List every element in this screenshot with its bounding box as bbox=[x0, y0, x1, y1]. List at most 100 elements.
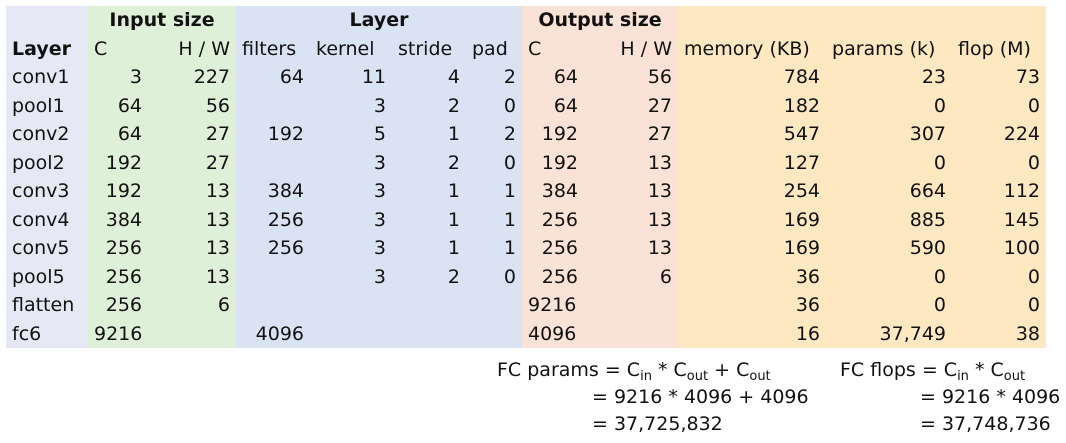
cell-stride bbox=[392, 291, 466, 320]
cell-params: 0 bbox=[826, 148, 953, 177]
col-in-c: C bbox=[88, 34, 148, 63]
table-row: conv2 64 27 192 5 1 2 192 27 547 307 224 bbox=[6, 120, 1047, 149]
cell-in-hw bbox=[148, 319, 236, 348]
cell-layer-name: pool5 bbox=[6, 262, 88, 291]
cell-kernel: 11 bbox=[310, 63, 392, 92]
table-body: conv1 3 227 64 11 4 2 64 56 784 23 73 pool1 64 56 3 2 0 64… bbox=[6, 63, 1047, 348]
cell-layer-name: conv1 bbox=[6, 63, 88, 92]
cell-stride: 1 bbox=[392, 120, 466, 149]
cell-pad bbox=[466, 291, 522, 320]
cell-in-c: 384 bbox=[88, 205, 148, 234]
cell-stride: 2 bbox=[392, 148, 466, 177]
cell-params: 23 bbox=[826, 63, 953, 92]
cell-pad: 0 bbox=[466, 91, 522, 120]
cell-out-hw bbox=[584, 319, 679, 348]
cell-stride: 2 bbox=[392, 262, 466, 291]
cell-memory: 16 bbox=[678, 319, 827, 348]
cell-flop: 0 bbox=[952, 148, 1047, 177]
cell-kernel: 3 bbox=[310, 234, 392, 263]
cell-in-hw: 56 bbox=[148, 91, 236, 120]
cell-memory: 36 bbox=[678, 262, 827, 291]
alexnet-layer-table: Input size Layer Output size Layer C H /… bbox=[6, 6, 1047, 348]
cell-flop: 0 bbox=[952, 91, 1047, 120]
table-row: conv3 192 13 384 3 1 1 384 13 254 664 112 bbox=[6, 177, 1047, 206]
cell-pad: 2 bbox=[466, 63, 522, 92]
cell-layer-name: pool1 bbox=[6, 91, 88, 120]
col-in-hw: H / W bbox=[148, 34, 236, 63]
cell-stride: 1 bbox=[392, 205, 466, 234]
cell-params: 37,749 bbox=[826, 319, 953, 348]
cell-out-c: 64 bbox=[522, 91, 584, 120]
cell-kernel bbox=[310, 319, 392, 348]
cell-out-c: 4096 bbox=[522, 319, 584, 348]
cell-out-hw bbox=[584, 291, 679, 320]
cell-filters bbox=[236, 262, 310, 291]
cell-params: 0 bbox=[826, 262, 953, 291]
cell-pad: 1 bbox=[466, 177, 522, 206]
col-out-c: C bbox=[522, 34, 584, 63]
cell-out-c: 256 bbox=[522, 234, 584, 263]
cell-layer-name: conv3 bbox=[6, 177, 88, 206]
cell-pad: 1 bbox=[466, 205, 522, 234]
cell-memory: 169 bbox=[678, 205, 827, 234]
cell-filters: 256 bbox=[236, 205, 310, 234]
cell-in-hw: 27 bbox=[148, 120, 236, 149]
cell-kernel: 5 bbox=[310, 120, 392, 149]
cell-params: 307 bbox=[826, 120, 953, 149]
cell-layer-name: conv4 bbox=[6, 205, 88, 234]
stats-header-blank bbox=[678, 6, 1047, 35]
fc-flops-line2: = 9216 * 4096 bbox=[920, 386, 1061, 408]
col-kernel: kernel bbox=[310, 34, 392, 63]
fc-params-formula: FC params = Cin * Cout + Cout = 9216 * 4… bbox=[497, 357, 809, 438]
cell-in-c: 64 bbox=[88, 91, 148, 120]
cell-stride: 1 bbox=[392, 234, 466, 263]
cell-pad: 0 bbox=[466, 262, 522, 291]
cell-filters: 4096 bbox=[236, 319, 310, 348]
cell-memory: 127 bbox=[678, 148, 827, 177]
cell-layer-name: pool2 bbox=[6, 148, 88, 177]
cell-flop: 0 bbox=[952, 262, 1047, 291]
cell-layer-name: conv5 bbox=[6, 234, 88, 263]
cell-params: 0 bbox=[826, 291, 953, 320]
cell-params: 0 bbox=[826, 91, 953, 120]
cell-out-c: 192 bbox=[522, 148, 584, 177]
cell-kernel: 3 bbox=[310, 205, 392, 234]
cell-out-hw: 6 bbox=[584, 262, 679, 291]
cell-layer-name: flatten bbox=[6, 291, 88, 320]
cell-stride bbox=[392, 319, 466, 348]
cell-out-c: 256 bbox=[522, 262, 584, 291]
fc-params-line3: = 37,725,832 bbox=[592, 413, 723, 435]
cell-in-hw: 13 bbox=[148, 177, 236, 206]
cell-in-hw: 6 bbox=[148, 291, 236, 320]
cell-kernel: 3 bbox=[310, 177, 392, 206]
cell-flop: 100 bbox=[952, 234, 1047, 263]
cell-pad: 1 bbox=[466, 234, 522, 263]
cell-layer-name: conv2 bbox=[6, 120, 88, 149]
cell-in-c: 192 bbox=[88, 177, 148, 206]
cell-filters bbox=[236, 291, 310, 320]
cell-out-hw: 13 bbox=[584, 177, 679, 206]
cell-params: 885 bbox=[826, 205, 953, 234]
cell-flop: 224 bbox=[952, 120, 1047, 149]
cell-out-hw: 13 bbox=[584, 148, 679, 177]
cell-out-hw: 27 bbox=[584, 91, 679, 120]
cell-in-c: 256 bbox=[88, 262, 148, 291]
cell-layer-name: fc6 bbox=[6, 319, 88, 348]
cell-out-c: 384 bbox=[522, 177, 584, 206]
col-layer: Layer bbox=[6, 34, 88, 63]
cell-pad bbox=[466, 319, 522, 348]
cell-pad: 2 bbox=[466, 120, 522, 149]
cell-in-c: 9216 bbox=[88, 319, 148, 348]
cell-in-c: 3 bbox=[88, 63, 148, 92]
cell-in-hw: 13 bbox=[148, 205, 236, 234]
cell-memory: 254 bbox=[678, 177, 827, 206]
cell-out-c: 192 bbox=[522, 120, 584, 149]
cell-in-hw: 13 bbox=[148, 234, 236, 263]
cell-memory: 36 bbox=[678, 291, 827, 320]
cell-in-c: 256 bbox=[88, 234, 148, 263]
cell-flop: 73 bbox=[952, 63, 1047, 92]
cell-out-hw: 13 bbox=[584, 205, 679, 234]
table-row: pool2 192 27 3 2 0 192 13 127 0 0 bbox=[6, 148, 1047, 177]
cell-memory: 784 bbox=[678, 63, 827, 92]
cell-params: 664 bbox=[826, 177, 953, 206]
